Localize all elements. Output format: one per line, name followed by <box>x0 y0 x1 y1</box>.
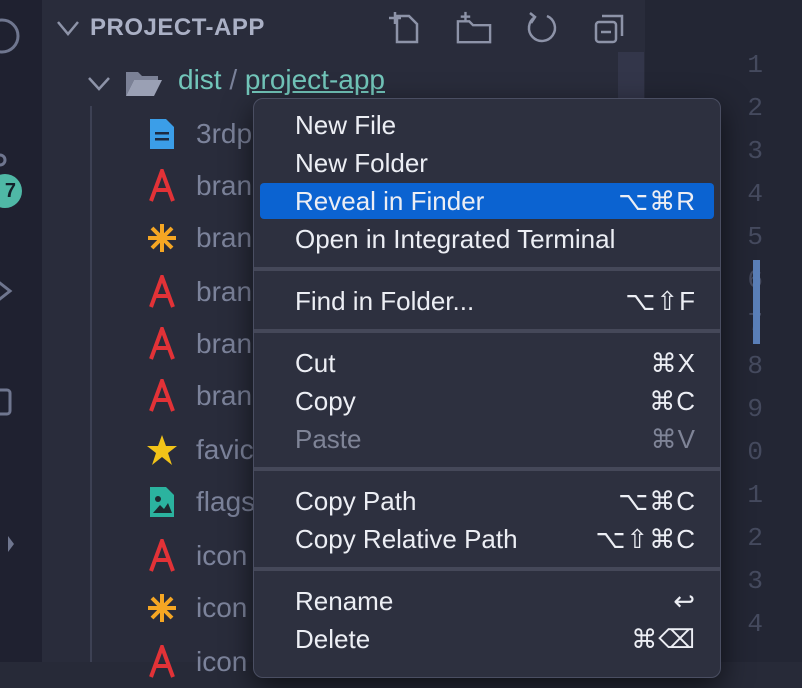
angular-icon <box>144 274 180 310</box>
menu-item-label: Rename <box>295 586 394 616</box>
menu-item-label: Paste <box>295 424 362 454</box>
menu-item-shortcut: ⌘C <box>649 386 696 416</box>
collapse-all-button[interactable] <box>592 8 628 48</box>
menu-item-label: Copy Relative Path <box>295 524 518 554</box>
source-control-icon[interactable] <box>0 150 14 170</box>
folder-parent: dist <box>178 64 222 95</box>
doc-icon <box>144 116 180 152</box>
line-number: 5 <box>747 222 763 252</box>
menu-item-label: Delete <box>295 624 371 654</box>
angular-icon <box>144 378 180 414</box>
badge-count: 7 <box>4 179 16 202</box>
collapse-all-icon <box>594 14 624 44</box>
explorer-header[interactable]: PROJECT-APP <box>42 0 645 56</box>
star-icon <box>144 432 180 468</box>
file-name: icon <box>196 540 248 571</box>
menu-item-label: New File <box>295 110 397 140</box>
menu-item-new-file[interactable]: New File <box>260 107 714 143</box>
menu-item-delete[interactable]: Delete ⌘⌫ <box>260 621 714 657</box>
menu-separator <box>254 467 720 471</box>
file-name: icon <box>196 646 248 677</box>
refresh-button[interactable] <box>524 8 560 48</box>
new-folder-icon <box>456 11 492 44</box>
menu-item-shortcut: ⌘X <box>650 348 696 378</box>
line-number: 8 <box>747 351 763 381</box>
menu-item-copy-path[interactable]: Copy Path ⌥⌘C <box>260 483 714 519</box>
line-number: 3 <box>747 566 763 596</box>
angular-icon <box>144 168 180 204</box>
line-number: 2 <box>747 523 763 553</box>
line-number: 1 <box>747 50 763 80</box>
menu-item-label: Cut <box>295 348 336 378</box>
file-name: bran <box>196 222 253 253</box>
menu-item-shortcut: ⌥⌘C <box>618 486 696 516</box>
context-menu: New File New Folder Reveal in Finder ⌥⌘R … <box>253 98 721 678</box>
remote-icon[interactable] <box>0 532 16 556</box>
asterisk-icon <box>144 590 180 626</box>
notification-badge: 7 <box>0 174 22 208</box>
menu-item-shortcut: ⌘⌫ <box>631 624 696 654</box>
new-folder-button[interactable] <box>456 8 492 48</box>
chevron-down-icon[interactable] <box>54 14 82 42</box>
line-number: 4 <box>747 179 763 209</box>
run-icon[interactable] <box>0 276 16 306</box>
file-name: icon <box>196 592 248 623</box>
menu-item-open-in-terminal[interactable]: Open in Integrated Terminal <box>260 221 714 257</box>
file-name: bran <box>196 380 253 411</box>
menu-item-label: Find in Folder... <box>295 286 475 316</box>
menu-separator <box>254 567 720 571</box>
file-name: 3rdp <box>196 118 253 149</box>
folder-name[interactable]: project-app <box>245 64 385 95</box>
file-name: favic <box>196 434 254 465</box>
line-number: 3 <box>747 136 763 166</box>
refresh-icon <box>527 12 557 43</box>
menu-item-label: Open in Integrated Terminal <box>295 224 616 254</box>
editor-scroll-indicator <box>753 260 760 344</box>
menu-item-shortcut: ↩ <box>673 586 696 616</box>
menu-separator <box>254 267 720 271</box>
menu-item-copy-relative-path[interactable]: Copy Relative Path ⌥⇧⌘C <box>260 521 714 557</box>
line-number: 0 <box>747 437 763 467</box>
folder-open-icon <box>126 72 162 96</box>
menu-item-paste: Paste ⌘V <box>260 421 714 457</box>
explorer-section-title: PROJECT-APP <box>90 14 265 41</box>
image-icon <box>144 484 180 520</box>
activity-bar: 7 <box>0 0 42 662</box>
angular-icon <box>144 644 180 680</box>
menu-item-label: Copy Path <box>295 486 417 516</box>
file-name: bran <box>196 276 253 307</box>
menu-item-label: New Folder <box>295 148 428 178</box>
file-name: bran <box>196 328 253 359</box>
asterisk-icon <box>144 220 180 256</box>
search-icon[interactable] <box>0 14 24 58</box>
line-number: 9 <box>747 394 763 424</box>
new-file-button[interactable] <box>388 8 424 48</box>
path-separator: / <box>229 64 238 95</box>
line-number: 4 <box>747 609 763 639</box>
menu-item-reveal-in-finder[interactable]: Reveal in Finder ⌥⌘R <box>260 183 714 219</box>
menu-item-new-folder[interactable]: New Folder <box>260 145 714 181</box>
line-number: 2 <box>747 93 763 123</box>
menu-item-shortcut: ⌥⇧F <box>625 286 696 316</box>
angular-icon <box>144 538 180 574</box>
angular-icon <box>144 326 180 362</box>
folder-path: dist / project-app <box>178 64 385 96</box>
file-name: bran <box>196 170 253 201</box>
menu-item-label: Copy <box>295 386 356 416</box>
new-file-icon <box>389 12 419 44</box>
menu-item-shortcut: ⌘V <box>650 424 696 454</box>
file-name: flags <box>196 486 256 517</box>
menu-item-shortcut: ⌥⇧⌘C <box>595 524 696 554</box>
menu-item-shortcut: ⌥⌘R <box>618 186 696 216</box>
menu-item-label: Reveal in Finder <box>295 186 485 216</box>
menu-item-copy[interactable]: Copy ⌘C <box>260 383 714 419</box>
menu-separator <box>254 329 720 333</box>
menu-item-cut[interactable]: Cut ⌘X <box>260 345 714 381</box>
chevron-down-icon[interactable] <box>86 70 112 96</box>
menu-item-find-in-folder[interactable]: Find in Folder... ⌥⇧F <box>260 283 714 319</box>
line-number: 1 <box>747 480 763 510</box>
menu-item-rename[interactable]: Rename ↩ <box>260 583 714 619</box>
extensions-icon[interactable] <box>0 386 16 446</box>
